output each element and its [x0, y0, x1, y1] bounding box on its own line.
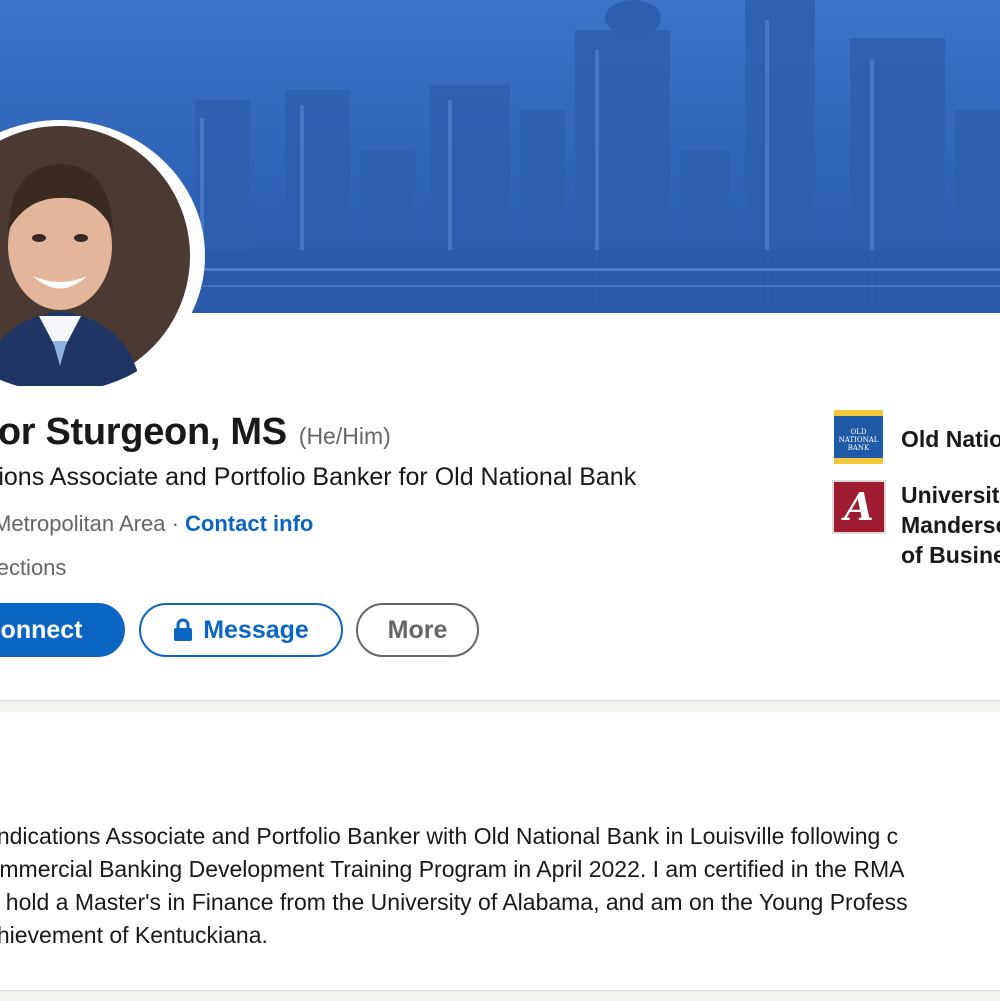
- profile-name: nnor Sturgeon, MS: [0, 411, 287, 453]
- about-text: Syndications Associate and Portfolio Ban…: [0, 820, 1000, 952]
- lock-icon: [174, 618, 193, 641]
- about-line: Achievement of Kentuckiana.: [0, 922, 268, 948]
- about-line: Syndications Associate and Portfolio Ban…: [0, 823, 899, 849]
- education-line: Mandersc: [901, 512, 1000, 538]
- profile-pronouns: (He/Him): [298, 423, 391, 449]
- about-line: ss, hold a Master's in Finance from the …: [0, 889, 908, 915]
- alabama-logo-letter: A: [844, 484, 874, 529]
- connect-label: Connect: [0, 615, 83, 644]
- connect-button[interactable]: Connect: [0, 603, 125, 657]
- old-national-bank-logo[interactable]: OLD NATIONAL BANK: [834, 410, 883, 464]
- person-portrait-icon: [0, 126, 190, 386]
- about-section: ut Syndications Associate and Portfolio …: [0, 712, 1000, 990]
- profile-location: ille Metropolitan Area: [0, 511, 166, 536]
- about-line: Commercial Banking Development Training …: [0, 856, 905, 882]
- profile-headline: cations Associate and Portfolio Banker f…: [0, 463, 637, 491]
- connections-count[interactable]: onnections: [0, 555, 66, 581]
- current-company-link[interactable]: Old Natio: [901, 424, 1000, 454]
- alabama-logo[interactable]: A: [832, 480, 886, 534]
- more-label: More: [387, 615, 448, 644]
- profile-photo[interactable]: [0, 120, 205, 392]
- education-line: Universit: [901, 482, 1000, 508]
- contact-info-link[interactable]: Contact info: [185, 511, 313, 536]
- onb-logo-text: OLD NATIONAL BANK: [834, 416, 883, 458]
- more-button[interactable]: More: [356, 603, 479, 657]
- message-label: Message: [203, 615, 309, 644]
- education-line: of Busine: [901, 542, 1000, 568]
- location-row: ille Metropolitan Area · Contact info: [0, 511, 313, 537]
- profile-card: nnor Sturgeon, MS (He/Him) cations Assoc…: [0, 0, 1000, 700]
- message-button[interactable]: Message: [139, 603, 343, 657]
- section-divider: [0, 990, 1000, 1001]
- separator-dot: ·: [171, 511, 179, 536]
- education-link[interactable]: Universit Mandersc of Busine: [901, 480, 1000, 570]
